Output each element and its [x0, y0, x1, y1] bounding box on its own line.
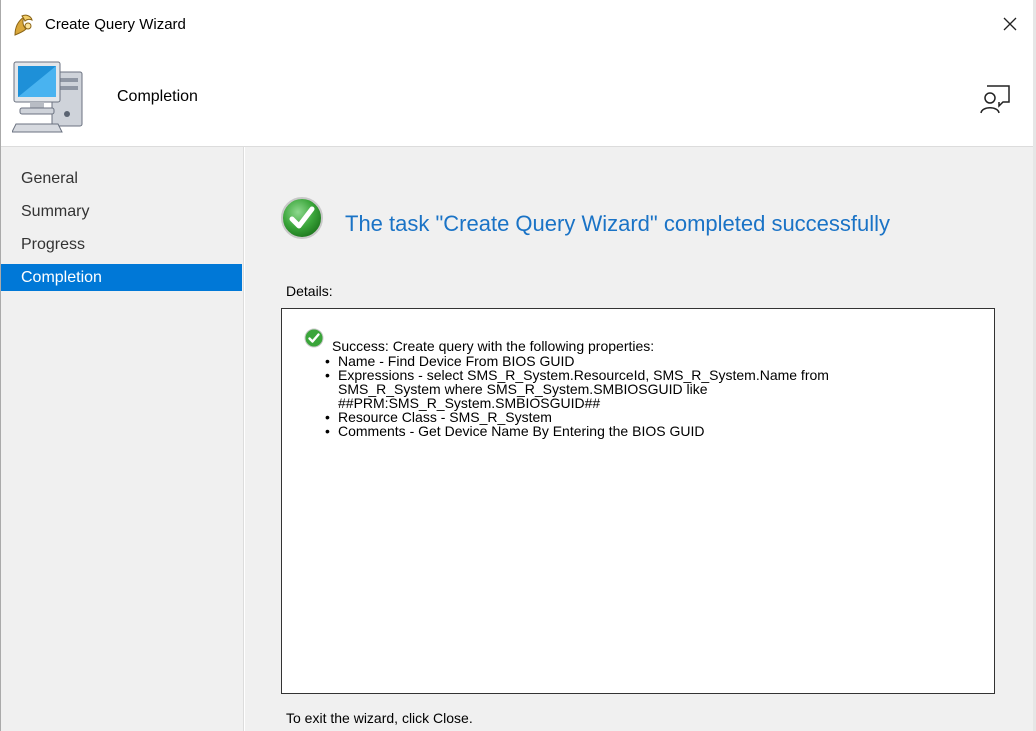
nav-item-completion[interactable]: Completion: [1, 264, 242, 291]
wizard-window: Create Query Wizard Completion General S…: [0, 0, 1033, 731]
header-title: Completion: [117, 88, 198, 105]
list-item: Comments - Get Device Name By Entering t…: [304, 424, 994, 438]
title-bar: Create Query Wizard: [1, 0, 1033, 50]
detail-heading: Success: Create query with the following…: [332, 338, 655, 354]
nav-item-progress[interactable]: Progress: [1, 231, 242, 258]
nav-item-summary[interactable]: Summary: [1, 198, 242, 225]
detail-heading-row: Success: Create query with the following…: [304, 328, 994, 354]
list-item: Resource Class - SMS_R_System: [304, 410, 994, 424]
status-message: The task "Create Query Wizard" completed…: [345, 211, 891, 236]
feedback-smiley-icon[interactable]: [979, 83, 1011, 115]
list-item: Expressions - select SMS_R_System.Resour…: [304, 368, 924, 410]
close-icon: [1003, 17, 1017, 34]
detail-property-list: Name - Find Device From BIOS GUID Expres…: [304, 354, 994, 438]
nav-item-general[interactable]: General: [1, 165, 242, 192]
wizard-app-icon: [12, 13, 34, 37]
exit-instruction: To exit the wizard, click Close.: [286, 710, 473, 726]
details-textbox[interactable]: Success: Create query with the following…: [281, 308, 995, 694]
success-check-icon: [280, 196, 324, 240]
list-item: Name - Find Device From BIOS GUID: [304, 354, 994, 368]
wizard-step-nav: General Summary Progress Completion: [1, 147, 244, 731]
main-content: The task "Create Query Wizard" completed…: [245, 147, 1033, 731]
wizard-header: Completion: [1, 50, 1033, 147]
close-button[interactable]: [987, 0, 1033, 50]
small-success-check-icon: [304, 328, 324, 348]
window-title: Create Query Wizard: [45, 16, 186, 33]
details-label: Details:: [286, 283, 333, 299]
computer-icon: [11, 58, 96, 140]
